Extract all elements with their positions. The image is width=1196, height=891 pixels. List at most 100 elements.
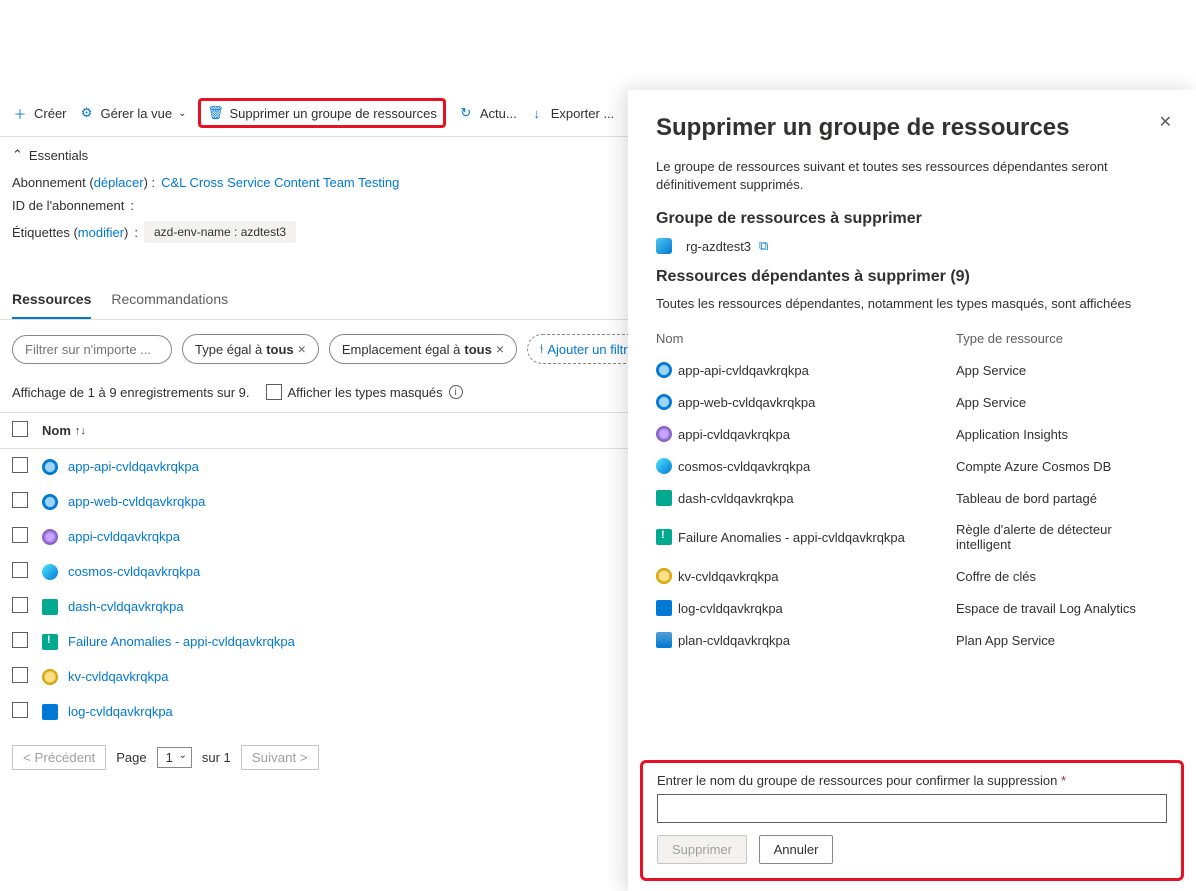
dep-name: app-web-cvldqavkrqkpa [678,395,815,410]
refresh-label: Actu... [480,106,517,121]
deps-table-header: Nom Type de ressource [656,323,1168,354]
row-checkbox[interactable] [12,632,28,648]
close-icon[interactable]: × [496,341,504,357]
resource-link[interactable]: Failure Anomalies - appi-cvldqavkrqkpa [68,634,295,649]
resource-icon [656,600,672,616]
row-checkbox[interactable] [12,597,28,613]
info-icon[interactable]: i [449,385,463,399]
resource-icon [656,568,672,584]
dep-row: dash-cvldqavkrqkpa Tableau de bord parta… [656,482,1168,514]
tab-resources[interactable]: Ressources [12,281,91,319]
dep-name: log-cvldqavkrqkpa [678,601,783,616]
close-panel-button[interactable]: ✕ [1159,112,1172,132]
resource-group-icon [656,238,672,254]
rg-name: rg-azdtest3 [686,239,751,254]
resource-link[interactable]: app-web-cvldqavkrqkpa [68,494,205,509]
row-checkbox[interactable] [12,702,28,718]
resource-icon [656,362,672,378]
create-button[interactable]: ＋ Créer [12,105,67,121]
trash-icon: 🗑 [207,105,223,121]
subscription-id-label: ID de l'abonnement [12,198,124,213]
delete-panel: ✕ Supprimer un groupe de ressources Le g… [628,90,1196,891]
edit-tags-link[interactable]: modifier [78,225,124,240]
resource-icon [42,564,58,580]
deps-table-body: app-api-cvldqavkrqkpa App Service app-we… [656,354,1168,656]
manage-view-button[interactable]: ⚙ Gérer la vue ⌄ [79,105,187,121]
dep-type: Tableau de bord partagé [956,491,1168,506]
chevron-up-icon: ⌃ [12,147,23,163]
delete-rg-button[interactable]: 🗑 Supprimer un groupe de ressources [198,98,445,128]
copy-icon[interactable]: ⧉ [759,238,768,254]
dep-type: Plan App Service [956,633,1168,648]
filter-type[interactable]: Type égal à tous × [182,334,319,364]
create-label: Créer [34,106,67,121]
subscription-label: Abonnement (déplacer) : [12,175,155,190]
resource-link[interactable]: cosmos-cvldqavkrqkpa [68,564,200,579]
dep-type: App Service [956,395,1168,410]
show-hidden-label: Afficher les types masqués [288,385,443,400]
resource-icon [42,494,58,510]
subscription-value[interactable]: C&L Cross Service Content Team Testing [161,175,399,190]
export-button[interactable]: ↓ Exporter ... [529,105,615,121]
dep-type: Application Insights [956,427,1168,442]
dep-name: cosmos-cvldqavkrqkpa [678,459,810,474]
page-select[interactable]: 1 ⌄ [157,747,192,768]
panel-description: Le groupe de ressources suivant et toute… [656,158,1168,194]
dep-type: Espace de travail Log Analytics [956,601,1168,616]
dep-type: Compte Azure Cosmos DB [956,459,1168,474]
dep-row: plan-cvldqavkrqkpa Plan App Service [656,624,1168,656]
resource-icon [42,704,58,720]
dep-name: kv-cvldqavkrqkpa [678,569,778,584]
row-checkbox[interactable] [12,527,28,543]
filter-icon: ⫮ [540,341,543,357]
dep-type: App Service [956,363,1168,378]
tag-pill[interactable]: azd-env-name : azdtest3 [144,221,296,243]
resource-icon [656,458,672,474]
dep-name: app-api-cvldqavkrqkpa [678,363,809,378]
row-checkbox[interactable] [12,492,28,508]
row-checkbox[interactable] [12,562,28,578]
download-icon: ↓ [529,105,545,121]
refresh-button[interactable]: ↻ Actu... [458,105,517,121]
row-checkbox[interactable] [12,667,28,683]
filter-input[interactable] [12,335,172,364]
dep-name: appi-cvldqavkrqkpa [678,427,790,442]
tags-label: Étiquettes (modifier) [12,225,128,240]
deps-description: Toutes les ressources dépendantes, notam… [656,296,1168,311]
filter-location[interactable]: Emplacement égal à tous × [329,334,517,364]
resource-icon [656,529,672,545]
panel-title: Supprimer un groupe de ressources [656,114,1168,142]
cancel-button[interactable]: Annuler [759,835,834,864]
move-link[interactable]: déplacer [94,175,144,190]
resource-link[interactable]: appi-cvldqavkrqkpa [68,529,180,544]
records-count: Affichage de 1 à 9 enregistrements sur 9… [12,385,250,400]
delete-button[interactable]: Supprimer [657,835,747,864]
confirm-input[interactable] [657,794,1167,823]
resource-link[interactable]: app-api-cvldqavkrqkpa [68,459,199,474]
deps-heading: Ressources dépendantes à supprimer (9) [656,268,1168,286]
select-all-checkbox[interactable] [12,421,28,437]
prev-page-button[interactable]: < Précédent [12,745,106,770]
resource-icon [656,426,672,442]
resource-link[interactable]: dash-cvldqavkrqkpa [68,599,184,614]
page-label: Page [116,750,146,765]
resource-link[interactable]: kv-cvldqavkrqkpa [68,669,168,684]
sort-asc-icon: ↑↓ [75,425,86,437]
close-icon[interactable]: × [298,341,306,357]
show-hidden-checkbox[interactable] [266,384,282,400]
resource-icon [42,529,58,545]
dep-type: Règle d'alerte de détecteur intelligent [956,522,1168,552]
export-label: Exporter ... [551,106,615,121]
dep-row: log-cvldqavkrqkpa Espace de travail Log … [656,592,1168,624]
resource-icon [42,599,58,615]
resource-icon [656,632,672,648]
dep-name: dash-cvldqavkrqkpa [678,491,794,506]
page-of: sur 1 [202,750,231,765]
tab-recommendations[interactable]: Recommandations [111,281,228,319]
dep-row: appi-cvldqavkrqkpa Application Insights [656,418,1168,450]
next-page-button[interactable]: Suivant > [241,745,319,770]
resource-link[interactable]: log-cvldqavkrqkpa [68,704,173,719]
row-checkbox[interactable] [12,457,28,473]
dep-row: cosmos-cvldqavkrqkpa Compte Azure Cosmos… [656,450,1168,482]
essentials-title: Essentials [29,148,88,163]
